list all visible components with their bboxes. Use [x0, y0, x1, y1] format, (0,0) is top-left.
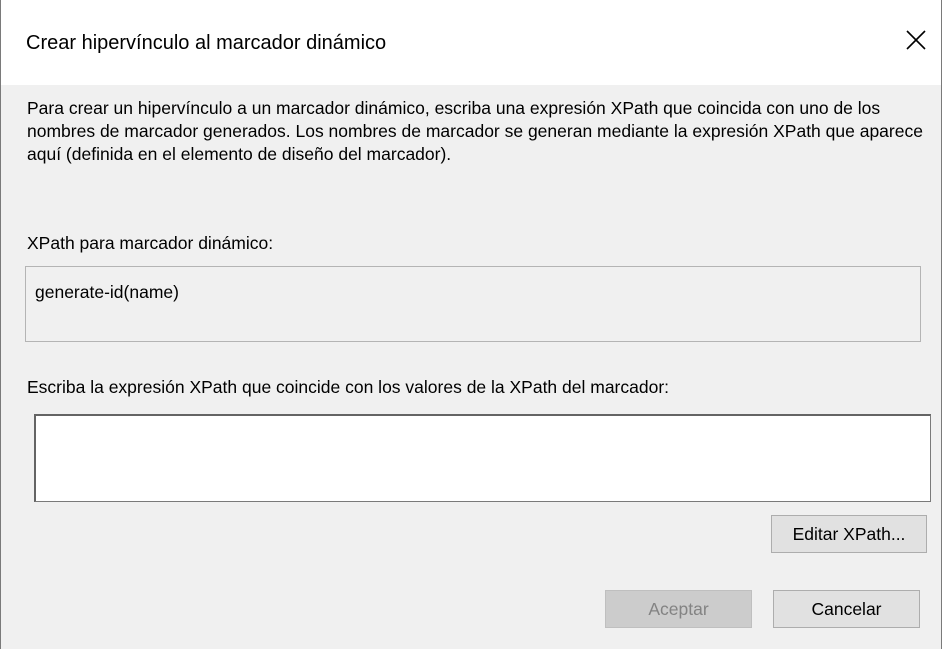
title-bar: Crear hipervínculo al marcador dinámico: [1, 0, 941, 85]
description-text: Para crear un hipervínculo a un marcador…: [27, 98, 923, 164]
close-icon: [906, 30, 926, 50]
cancel-button[interactable]: Cancelar: [773, 590, 920, 628]
close-button[interactable]: [891, 14, 941, 70]
xpath-expression-input[interactable]: [34, 414, 931, 502]
ok-button[interactable]: Aceptar: [605, 590, 752, 628]
dialog-title: Crear hipervínculo al marcador dinámico: [26, 32, 387, 54]
xpath-input-label: Escriba la expresión XPath que coincide …: [27, 377, 670, 397]
dynamic-bookmark-xpath-box: generate-id(name): [25, 266, 921, 342]
dynamic-bookmark-xpath-value: generate-id(name): [35, 282, 179, 302]
dialog-window: Crear hipervínculo al marcador dinámico …: [0, 0, 942, 649]
edit-xpath-button[interactable]: Editar XPath...: [771, 515, 927, 553]
xpath-label: XPath para marcador dinámico:: [27, 233, 274, 253]
